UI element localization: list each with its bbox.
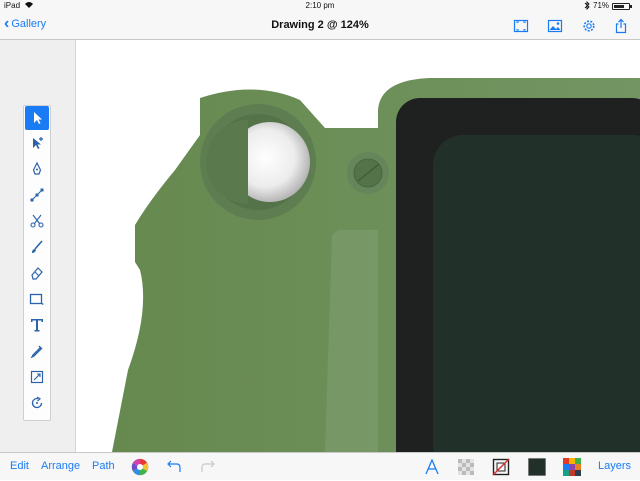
eraser-icon — [31, 267, 43, 280]
transform-tool[interactable] — [25, 365, 49, 389]
rotate-icon — [31, 396, 43, 409]
shape-tool[interactable] — [25, 287, 49, 311]
rectangle-shape-icon — [29, 293, 44, 305]
status-bar: iPad 2:10 pm 71% — [0, 0, 640, 12]
document-title: Drawing 2 @ 124% — [271, 19, 369, 31]
text-style-icon[interactable] — [423, 458, 441, 476]
fit-to-screen-icon[interactable] — [513, 18, 531, 34]
undo-icon[interactable] — [166, 458, 184, 476]
eyedropper-tool[interactable] — [25, 339, 49, 363]
node-tool[interactable] — [25, 183, 49, 207]
body-bevel — [325, 230, 378, 452]
scissors-tool[interactable] — [25, 209, 49, 233]
arrow-plus-icon — [33, 137, 43, 149]
subselect-tool[interactable] — [25, 131, 49, 155]
brush-icon — [32, 240, 43, 253]
eraser-tool[interactable] — [25, 261, 49, 285]
brush-tool[interactable] — [25, 235, 49, 259]
battery-fill — [614, 5, 624, 8]
pen-tool[interactable] — [25, 157, 49, 181]
path-button[interactable]: Path — [92, 460, 115, 472]
eyedropper-icon — [30, 345, 43, 359]
color-wheel-icon[interactable] — [131, 458, 149, 476]
edit-button[interactable]: Edit — [10, 460, 29, 472]
scissors-icon — [30, 214, 44, 228]
navigation-bar: ‹ Gallery Drawing 2 @ 124% — [0, 12, 640, 40]
opacity-icon[interactable] — [457, 458, 475, 476]
text-t-icon — [31, 319, 43, 332]
image-icon[interactable] — [547, 18, 565, 34]
artwork[interactable] — [0, 40, 640, 452]
battery-percent: 71% — [593, 1, 610, 10]
battery-icon — [612, 3, 632, 10]
pen-nib-icon — [32, 161, 42, 175]
bezier-nodes-icon — [30, 188, 44, 202]
redo-icon[interactable] — [198, 458, 216, 476]
swatches-icon[interactable] — [563, 458, 581, 476]
drawing-canvas[interactable] — [0, 40, 640, 452]
share-icon[interactable] — [613, 18, 631, 34]
bluetooth-icon — [584, 0, 590, 12]
tool-palette — [23, 105, 51, 421]
gear-icon[interactable] — [581, 18, 599, 34]
fill-color-swatch[interactable] — [528, 458, 546, 476]
clock: 2:10 pm — [305, 1, 335, 10]
battery-nub — [630, 5, 632, 8]
stroke-none-icon[interactable] — [492, 458, 510, 476]
bottom-toolbar: Edit Arrange Path Layers — [0, 452, 640, 480]
rotate-tool[interactable] — [25, 391, 49, 415]
arrow-pointer-icon — [34, 112, 42, 124]
layers-button[interactable]: Layers — [598, 460, 631, 472]
text-tool[interactable] — [25, 313, 49, 337]
screen-display[interactable] — [433, 135, 640, 452]
fill-swatch-rect — [528, 458, 546, 476]
scale-box-icon — [30, 370, 44, 384]
select-tool[interactable] — [25, 106, 49, 130]
arrange-button[interactable]: Arrange — [41, 460, 80, 472]
